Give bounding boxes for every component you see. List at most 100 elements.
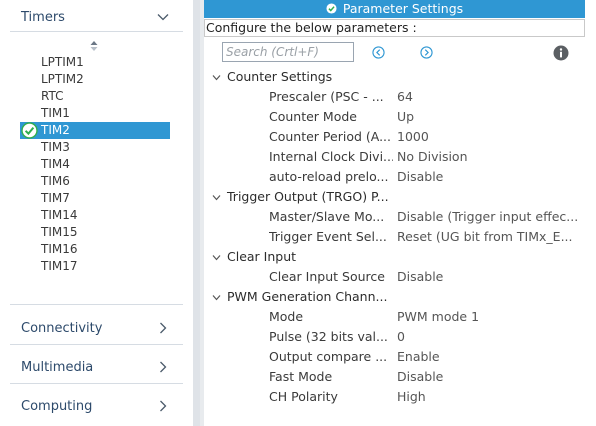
parameter-value[interactable]: Enable xyxy=(397,347,585,367)
peripheral-label: TIM6 xyxy=(41,174,70,188)
parameter-name: Counter Period (A... xyxy=(269,129,392,144)
parameter-group[interactable]: Clear Input xyxy=(204,247,585,267)
peripheral-label: LPTIM1 xyxy=(41,55,84,69)
configuration-panel: Parameter Settings Configure the below p… xyxy=(200,0,596,426)
parameter-name: Internal Clock Divi... xyxy=(269,149,393,164)
parameter-group-label: PWM Generation Chann... xyxy=(227,289,388,304)
tab-parameter-settings[interactable]: Parameter Settings xyxy=(204,0,585,16)
peripheral-item-tim6[interactable]: TIM6 xyxy=(20,173,170,190)
chevron-right-icon xyxy=(160,400,167,412)
peripheral-label: TIM17 xyxy=(41,259,78,273)
chevron-right-icon xyxy=(160,322,167,334)
collapse-caret-icon[interactable] xyxy=(212,73,221,82)
peripheral-item-lptim1[interactable]: LPTIM1 xyxy=(20,54,170,71)
category-multimedia-header[interactable]: Multimedia xyxy=(0,352,193,382)
parameter-row[interactable]: Output compare ... Enable xyxy=(204,347,585,367)
parameter-row[interactable]: Internal Clock Divi... No Division xyxy=(204,147,585,167)
category-separator xyxy=(10,304,183,305)
peripheral-list: LPTIM1 LPTIM2 RTC TIM1 TIM2 TIM3 TIM4 TIM6 TIM7 T… xyxy=(20,54,170,275)
collapse-caret-icon[interactable] xyxy=(212,193,221,202)
parameter-value[interactable]: High xyxy=(397,387,585,407)
parameter-row[interactable]: Prescaler (PSC - ... 64 xyxy=(204,87,585,107)
peripheral-label: TIM16 xyxy=(41,242,78,256)
parameter-value[interactable]: 64 xyxy=(397,87,585,107)
parameter-row[interactable]: Counter Mode Up xyxy=(204,107,585,127)
parameter-group[interactable]: Trigger Output (TRGO) P... xyxy=(204,187,585,207)
parameter-row[interactable]: auto-reload prelo... Disable xyxy=(204,167,585,187)
collapse-caret-icon[interactable] xyxy=(212,253,221,262)
parameter-name: auto-reload prelo... xyxy=(269,169,389,184)
parameter-row[interactable]: Fast Mode Disable xyxy=(204,367,585,387)
parameter-row[interactable]: Mode PWM mode 1 xyxy=(204,307,585,327)
category-connectivity-label: Connectivity xyxy=(21,320,103,336)
peripheral-label: TIM1 xyxy=(41,106,70,120)
parameter-row[interactable]: Pulse (32 bits val... 0 xyxy=(204,327,585,347)
peripheral-item-lptim2[interactable]: LPTIM2 xyxy=(20,71,170,88)
parameter-name: Mode xyxy=(269,309,304,324)
parameter-name: Master/Slave Mo... xyxy=(269,209,385,224)
search-input[interactable] xyxy=(222,42,354,62)
peripheral-label: TIM4 xyxy=(41,157,70,171)
search-previous-icon[interactable] xyxy=(372,46,385,59)
category-timers-header[interactable]: Timers xyxy=(0,2,193,32)
peripheral-label: TIM2 xyxy=(41,123,70,137)
search-next-icon[interactable] xyxy=(420,46,433,59)
parameter-value[interactable]: 1000 xyxy=(397,127,585,147)
parameter-name: Trigger Event Sel... xyxy=(269,229,387,244)
tab-underline xyxy=(204,16,585,18)
panel-splitter[interactable] xyxy=(193,0,200,426)
category-separator xyxy=(10,383,183,384)
parameter-group[interactable]: Counter Settings xyxy=(204,67,585,87)
info-icon[interactable] xyxy=(553,45,569,61)
peripheral-item-tim14[interactable]: TIM14 xyxy=(20,207,170,224)
parameter-row[interactable]: Master/Slave Mo... Disable (Trigger input… xyxy=(204,207,585,227)
peripheral-item-tim1[interactable]: TIM1 xyxy=(20,105,170,122)
parameter-value[interactable]: PWM mode 1 xyxy=(397,307,585,327)
peripheral-item-tim3[interactable]: TIM3 xyxy=(20,139,170,156)
parameter-row[interactable]: Counter Period (A... 1000 xyxy=(204,127,585,147)
category-separator xyxy=(10,344,183,345)
parameter-name: Pulse (32 bits val... xyxy=(269,329,388,344)
peripheral-item-tim17[interactable]: TIM17 xyxy=(20,258,170,275)
parameter-value[interactable]: Reset (UG bit from TIMx_E... xyxy=(397,227,585,247)
chevron-right-icon xyxy=(160,361,167,373)
parameter-row[interactable]: Clear Input Source Disable xyxy=(204,267,585,287)
peripheral-item-tim15[interactable]: TIM15 xyxy=(20,224,170,241)
peripheral-item-tim16[interactable]: TIM16 xyxy=(20,241,170,258)
parameter-value[interactable]: Disable xyxy=(397,267,585,287)
peripheral-label: TIM14 xyxy=(41,208,78,222)
category-multimedia-label: Multimedia xyxy=(21,359,94,375)
parameter-name: Output compare ... xyxy=(269,349,388,364)
parameter-value[interactable]: No Division xyxy=(397,147,585,167)
parameter-name: Prescaler (PSC - ... xyxy=(269,89,384,104)
collapse-caret-icon[interactable] xyxy=(212,293,221,302)
peripheral-label: RTC xyxy=(41,89,64,103)
chevron-down-icon xyxy=(157,14,169,21)
parameter-group[interactable]: PWM Generation Chann... xyxy=(204,287,585,307)
configure-hint: Configure the below parameters : xyxy=(204,19,585,37)
parameter-group-label: Clear Input xyxy=(227,249,297,264)
parameter-group-label: Counter Settings xyxy=(227,69,333,84)
peripheral-item-rtc[interactable]: RTC xyxy=(20,88,170,105)
parameter-name: Counter Mode xyxy=(269,109,357,124)
parameter-value[interactable]: Up xyxy=(397,107,585,127)
category-panel: Timers LPTIM1 LPTIM2 RTC TIM1 TIM2 TIM3 TIM4 TI… xyxy=(0,0,193,426)
category-timers-label: Timers xyxy=(21,9,65,25)
peripheral-item-tim4[interactable]: TIM4 xyxy=(20,156,170,173)
tab-label: Parameter Settings xyxy=(342,0,464,16)
parameter-value[interactable]: Disable (Trigger input effec... xyxy=(397,207,585,227)
parameter-value[interactable]: 0 xyxy=(397,327,585,347)
category-computing-header[interactable]: Computing xyxy=(0,391,193,421)
parameter-row[interactable]: Trigger Event Sel... Reset (UG bit from T… xyxy=(204,227,585,247)
parameter-name: Fast Mode xyxy=(269,369,333,384)
parameter-row[interactable]: CH Polarity High xyxy=(204,387,585,407)
category-computing-label: Computing xyxy=(21,398,93,414)
peripheral-item-tim7[interactable]: TIM7 xyxy=(20,190,170,207)
category-connectivity-header[interactable]: Connectivity xyxy=(0,313,193,343)
peripheral-label: TIM15 xyxy=(41,225,78,239)
parameter-value[interactable]: Disable xyxy=(397,167,585,187)
sort-icon[interactable] xyxy=(88,40,100,52)
peripheral-item-tim2[interactable]: TIM2 xyxy=(20,122,170,139)
parameter-name: CH Polarity xyxy=(269,389,338,404)
parameter-value[interactable]: Disable xyxy=(397,367,585,387)
